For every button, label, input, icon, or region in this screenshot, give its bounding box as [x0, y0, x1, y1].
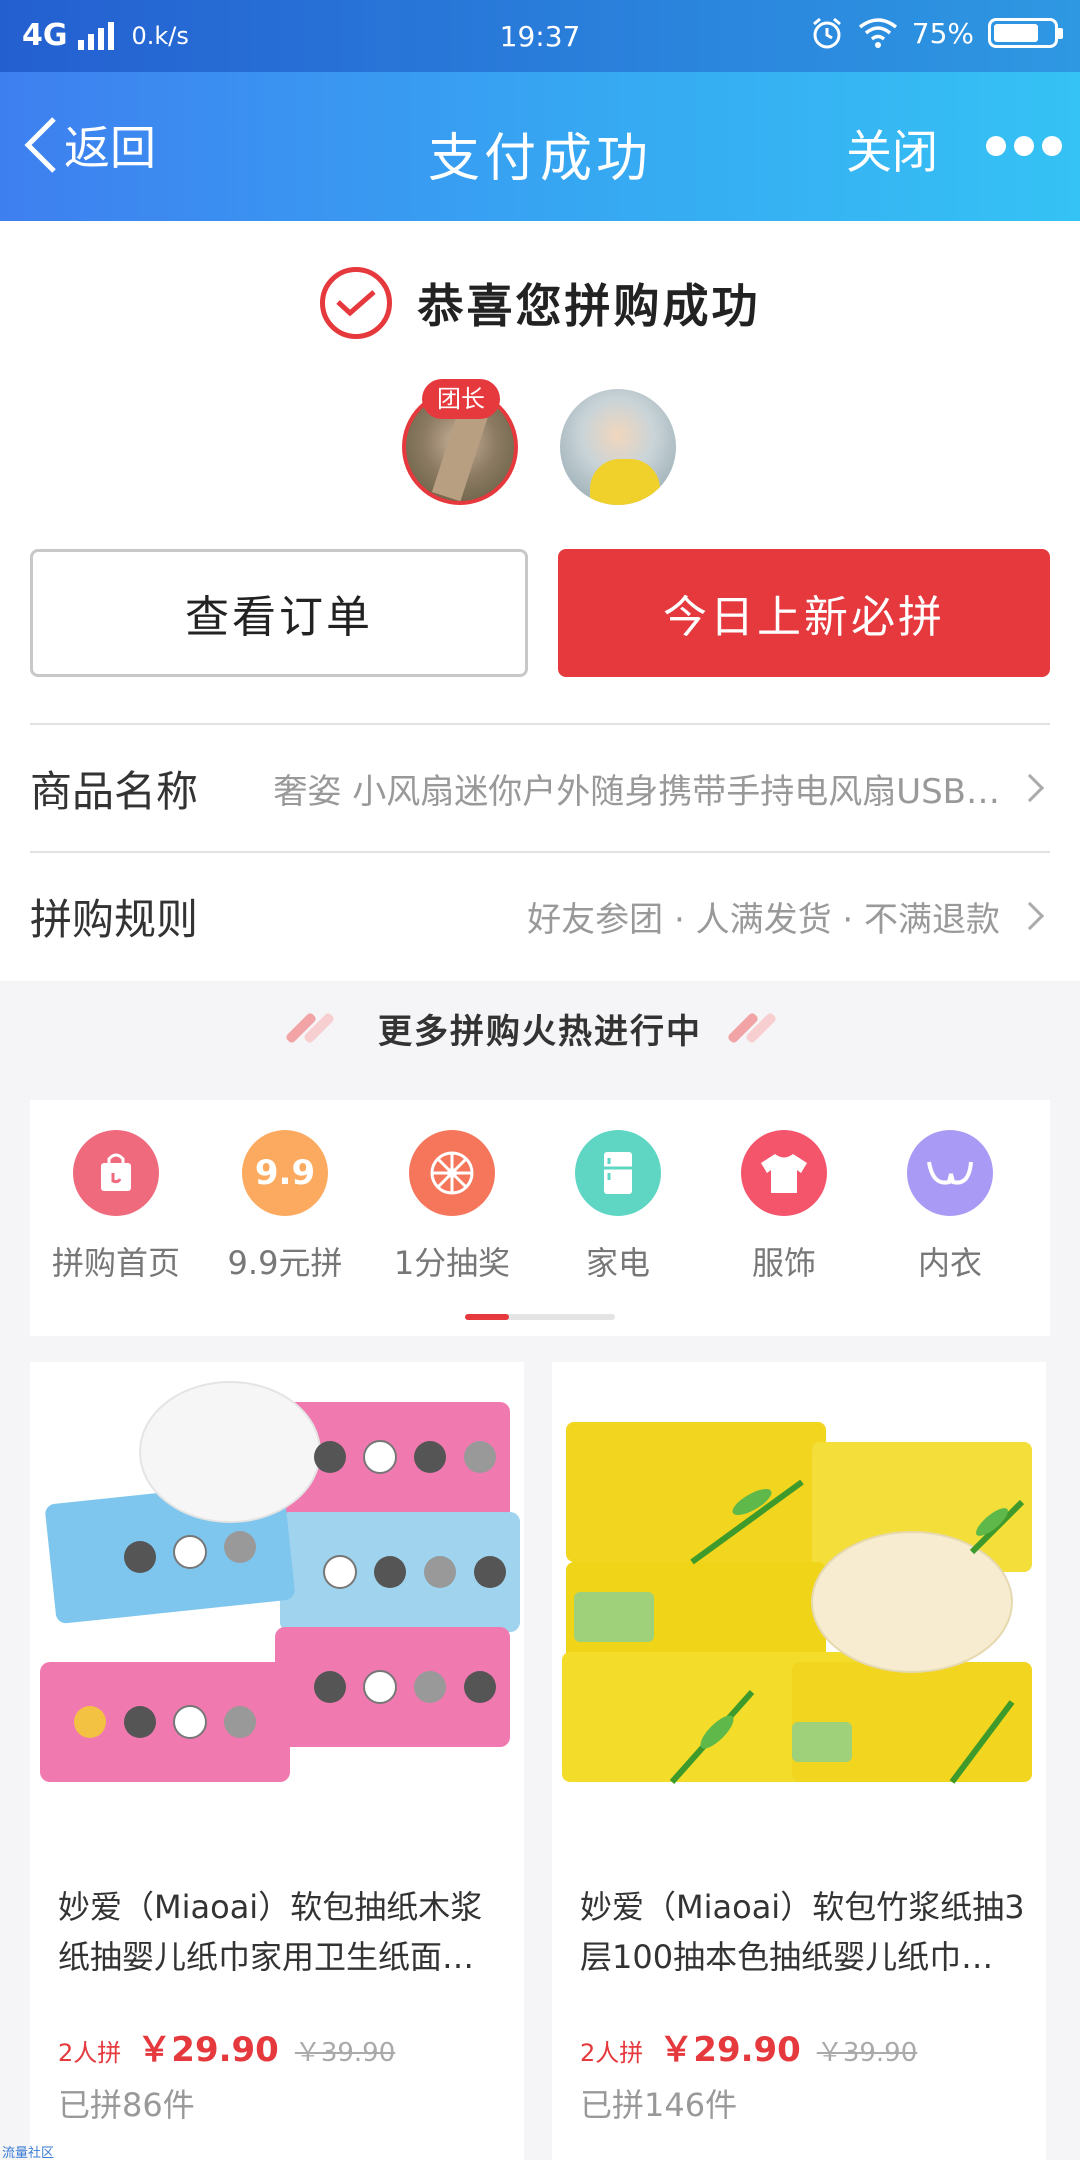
price-9-9-icon: 9.9	[242, 1130, 328, 1216]
fridge-icon	[575, 1130, 661, 1216]
status-bar: 4G 0.k/s 19:37 75%	[0, 0, 1080, 72]
original-price: ￥39.90	[816, 2038, 918, 2068]
category-strip[interactable]: 拼购首页 9.9 9.9元拼 1分抽奖 家电 服饰 内衣	[30, 1100, 1050, 1336]
chevron-right-icon	[1015, 901, 1045, 931]
category-label: 内衣	[917, 1244, 982, 1282]
success-panel: 恭喜您拼购成功 团长 查看订单 今日上新必拼 商品名称 奢姿 小风扇迷你户外随身…	[0, 221, 1080, 981]
more-menu-button[interactable]	[986, 136, 1062, 156]
more-section-header: 更多拼购火热进行中	[0, 1004, 1080, 1053]
bra-icon	[907, 1130, 993, 1216]
group-size: 2人拼	[580, 2039, 644, 2067]
price-line: 2人拼 ￥29.90 ￥39.90	[58, 2022, 395, 2071]
product-name-label: 商品名称	[30, 766, 199, 816]
header: 4G 0.k/s 19:37 75% 返回 支付成功 关闭	[0, 0, 1080, 221]
success-message: 恭喜您拼购成功	[417, 279, 761, 333]
group-size: 2人拼	[58, 2039, 122, 2067]
decoration-icon	[726, 1010, 784, 1048]
group-price: ￥29.90	[659, 2030, 801, 2070]
price-line: 2人拼 ￥29.90 ￥39.90	[580, 2022, 917, 2071]
category-lottery[interactable]: 1分抽奖	[387, 1130, 517, 1284]
product-name-value: 奢姿 小风扇迷你户外随身携带手持电风扇USB…	[273, 771, 1000, 812]
alarm-icon	[812, 17, 841, 49]
category-label: 家电	[585, 1244, 650, 1282]
category-label: 9.9元拼	[227, 1244, 343, 1282]
product-image	[30, 1362, 524, 1822]
category-label: 1分抽奖	[393, 1244, 511, 1282]
category-clothing[interactable]: 服饰	[719, 1130, 849, 1284]
view-order-button[interactable]: 查看订单	[30, 549, 528, 677]
category-home[interactable]: 拼购首页	[51, 1130, 181, 1284]
tshirt-icon	[741, 1130, 827, 1216]
nav-bar: 返回 支付成功 关闭	[0, 72, 1080, 221]
product-image	[552, 1362, 1046, 1822]
page-indicator	[465, 1314, 615, 1320]
sold-count: 已拼86件	[58, 2086, 195, 2124]
category-appliance[interactable]: 家电	[553, 1130, 683, 1284]
shopping-bag-icon	[73, 1130, 159, 1216]
more-icon	[986, 136, 1006, 156]
product-title: 妙爱（Miaoai）软包竹浆纸抽3层100抽本色抽纸婴儿纸巾…	[580, 1888, 1025, 1976]
avatar-member[interactable]	[560, 389, 676, 505]
battery-percent: 75%	[911, 16, 974, 50]
leader-badge: 团长	[422, 379, 500, 419]
product-card[interactable]: 妙爱（Miaoai）软包竹浆纸抽3层100抽本色抽纸婴儿纸巾… 2人拼 ￥29.…	[552, 1362, 1046, 2160]
battery-icon	[988, 18, 1063, 48]
sold-count: 已拼146件	[580, 2086, 738, 2124]
group-price: ￥29.90	[137, 2030, 279, 2070]
category-underwear[interactable]: 内衣	[885, 1130, 1015, 1284]
daily-new-button[interactable]: 今日上新必拼	[558, 549, 1050, 677]
product-card[interactable]: 妙爱（Miaoai）软包抽纸木浆纸抽婴儿纸巾家用卫生纸面… 2人拼 ￥29.90…	[30, 1362, 524, 2160]
category-label: 服饰	[751, 1244, 816, 1282]
wheel-icon	[409, 1130, 495, 1216]
decoration-icon	[284, 1010, 342, 1048]
chevron-right-icon	[1015, 773, 1045, 803]
close-button[interactable]: 关闭	[846, 116, 938, 182]
wifi-icon	[858, 18, 897, 48]
category-9-9[interactable]: 9.9 9.9元拼	[220, 1130, 350, 1284]
group-rule-label: 拼购规则	[30, 894, 199, 944]
group-rule-row[interactable]: 拼购规则 好友参团 · 人满发货 · 不满退款	[30, 851, 1050, 979]
more-title: 更多拼购火热进行中	[378, 1012, 702, 1052]
category-label: 拼购首页	[51, 1244, 180, 1282]
product-title: 妙爱（Miaoai）软包抽纸木浆纸抽婴儿纸巾家用卫生纸面…	[58, 1888, 483, 1976]
product-name-row[interactable]: 商品名称 奢姿 小风扇迷你户外随身携带手持电风扇USB…	[30, 723, 1050, 851]
watermark: 流量社区	[2, 2146, 55, 2160]
check-icon	[319, 267, 392, 339]
original-price: ￥39.90	[294, 2038, 396, 2068]
group-rule-value: 好友参团 · 人满发货 · 不满退款	[527, 899, 1000, 940]
